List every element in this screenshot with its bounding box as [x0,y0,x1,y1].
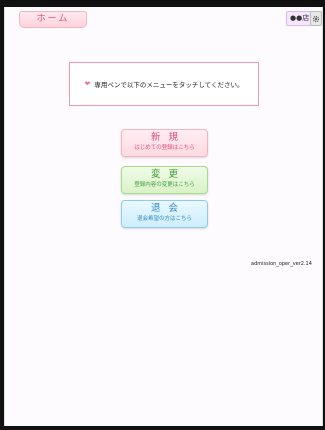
screen: ホーム ●●店 ❤ 専用ペンで以下のメニューをタッチしてください。 新規 はじめ… [4,7,323,426]
gear-icon [312,15,320,22]
home-tab-label: ホーム [36,14,70,24]
instruction-box: ❤ 専用ペンで以下のメニューをタッチしてください。 [69,62,259,106]
withdraw-title: 退会 [150,203,186,214]
change-registration-title: 変更 [150,169,186,180]
new-registration-button[interactable]: 新規 はじめての登録はこちら [121,129,208,157]
new-registration-subtitle: はじめての登録はこちら [134,145,195,151]
withdraw-subtitle: 退会希望の方はこちら [136,216,192,222]
change-registration-button[interactable]: 変更 登録内容の変更はこちら [121,166,208,194]
version-label: admission_oper_ver2.14 [251,261,312,267]
heart-icon: ❤ [84,80,91,88]
device-frame: ホーム ●●店 ❤ 専用ペンで以下のメニューをタッチしてください。 新規 はじめ… [0,0,325,430]
new-registration-title: 新規 [150,132,186,143]
withdraw-button[interactable]: 退会 退会希望の方はこちら [121,200,208,228]
change-registration-subtitle: 登録内容の変更はこちら [134,182,195,188]
store-label: ●●店 [290,14,310,22]
home-tab[interactable]: ホーム [19,11,87,28]
settings-button[interactable] [310,11,322,26]
instruction-text: 専用ペンで以下のメニューをタッチしてください。 [94,81,244,89]
